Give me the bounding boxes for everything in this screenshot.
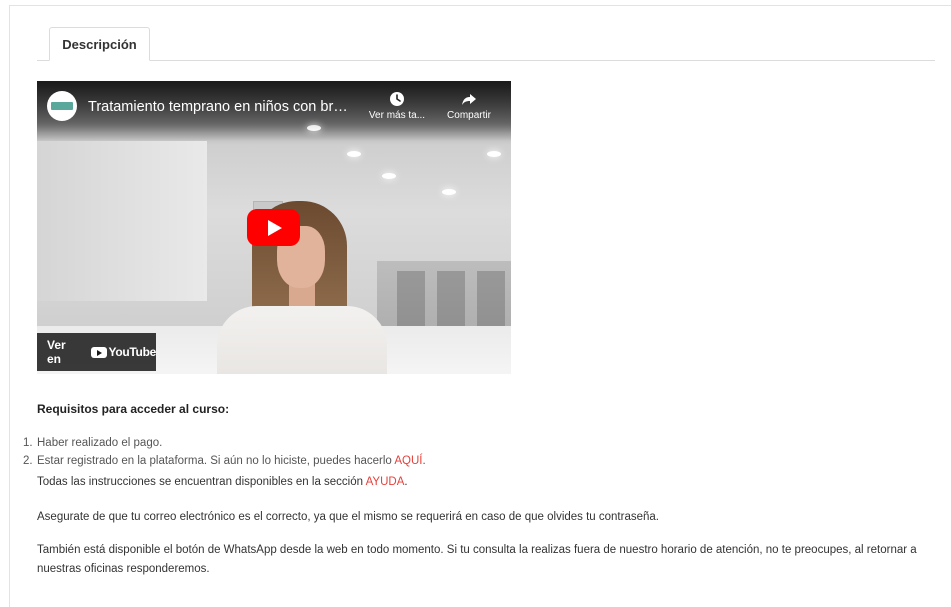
share-icon (462, 94, 476, 105)
watch-on-label: Ver en (47, 338, 66, 366)
tab-bar: Descripción (37, 27, 935, 61)
share-button[interactable]: Compartir (439, 91, 499, 121)
watch-on-youtube-button[interactable]: Ver en YouTube (37, 333, 156, 371)
aqui-link[interactable]: AQUÍ (394, 455, 422, 467)
clock-icon (390, 92, 404, 106)
list-item-text-end: . (422, 455, 426, 467)
list-item-number: 2. (23, 455, 33, 467)
video-frame-wall (37, 141, 207, 301)
list-item-number: 1. (23, 437, 33, 449)
list-item-text: Haber realizado el pago. (37, 437, 163, 449)
list-item: 2. Estar registrado en la plataforma. Si… (23, 452, 426, 470)
watch-later-button[interactable]: Ver más ta... (367, 91, 427, 121)
share-label: Compartir (447, 110, 491, 121)
list-item: 1. Haber realizado el pago. (23, 434, 426, 452)
video-frame-light (442, 189, 456, 195)
list-item-text: Estar registrado en la plataforma. Si aú… (37, 455, 395, 467)
whatsapp-notice-paragraph: También está disponible el botón de What… (37, 544, 917, 575)
requirements-list: 1. Haber realizado el pago. 2. Estar reg… (23, 434, 426, 470)
ayuda-link[interactable]: AYUDA (366, 476, 405, 488)
email-notice-paragraph: Asegurate de que tu correo electrónico e… (37, 511, 659, 523)
youtube-video-embed[interactable]: Tratamiento temprano en niños con brac..… (37, 81, 511, 374)
watch-later-label: Ver más ta... (368, 110, 426, 121)
video-title[interactable]: Tratamiento temprano en niños con brac..… (88, 99, 353, 115)
channel-logo-icon[interactable] (47, 91, 77, 121)
tab-descripcion[interactable]: Descripción (49, 27, 150, 61)
video-frame-light (487, 151, 501, 157)
instructions-text-end: . (404, 476, 408, 488)
youtube-wordmark: YouTube (108, 345, 157, 359)
youtube-logo-icon: YouTube (90, 345, 157, 359)
play-icon (268, 220, 282, 236)
instructions-text: Todas las instrucciones se encuentran di… (37, 476, 366, 488)
video-frame-light (347, 151, 361, 157)
play-button[interactable] (247, 209, 300, 246)
requirements-heading: Requisitos para acceder al curso: (37, 402, 230, 416)
video-frame-light (382, 173, 396, 179)
instructions-line: Todas las instrucciones se encuentran di… (37, 476, 408, 488)
